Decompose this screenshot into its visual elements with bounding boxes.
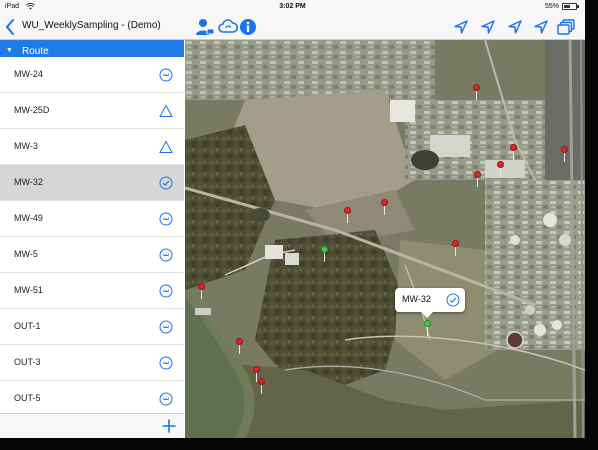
pending-circle-icon <box>159 356 173 370</box>
map-pin[interactable] <box>236 338 244 354</box>
pending-circle-icon <box>159 68 173 82</box>
map-pin[interactable] <box>321 246 329 262</box>
list-item[interactable]: MW-3 <box>0 129 184 165</box>
list-item[interactable]: OUT-1 <box>0 309 184 345</box>
list-item[interactable]: MW-51 <box>0 273 184 309</box>
callout-label: MW-32 <box>402 294 431 304</box>
info-icon[interactable] <box>238 17 258 37</box>
map-pin[interactable] <box>510 144 518 160</box>
map-pin-selected[interactable] <box>424 320 432 336</box>
plus-icon <box>162 419 176 433</box>
pending-circle-icon <box>159 212 173 226</box>
pending-circle-icon <box>159 320 173 334</box>
battery-level-fill <box>564 5 570 8</box>
add-location-button[interactable] <box>160 416 178 436</box>
device-bezel <box>0 438 598 450</box>
check-circle-icon <box>159 176 173 190</box>
list-item[interactable]: MW-49 <box>0 201 184 237</box>
satellite-map[interactable]: MW-32 <box>185 40 585 438</box>
list-item-label: MW-5 <box>14 249 38 259</box>
warning-triangle-icon <box>159 140 173 153</box>
list-item[interactable]: MW-5 <box>0 237 184 273</box>
list-item-label: MW-25D <box>14 105 50 115</box>
navigation-bar: WU_WeeklySampling - (Demo) <box>0 14 585 40</box>
back-button[interactable] <box>4 17 22 37</box>
list-item[interactable]: MW-25D <box>0 93 184 129</box>
map-imagery <box>185 40 585 438</box>
list-item[interactable]: OUT-3 <box>0 345 184 381</box>
map-pin[interactable] <box>258 378 266 394</box>
warning-triangle-icon <box>159 104 173 117</box>
panel-footer <box>0 413 184 438</box>
location-arrow-icon[interactable] <box>505 17 525 37</box>
check-circle-icon <box>446 293 460 307</box>
user-assign-icon[interactable] <box>195 17 215 37</box>
route-header-label: Route <box>22 46 49 57</box>
list-item[interactable]: MW-32 <box>0 165 184 201</box>
app-frame: iPad 3:02 PM 55% WU_WeeklySampling - (De… <box>0 0 598 450</box>
map-pin[interactable] <box>381 199 389 215</box>
pending-circle-icon <box>159 248 173 262</box>
layers-icon[interactable] <box>556 17 576 37</box>
list-item-label: MW-49 <box>14 213 43 223</box>
list-item-label: MW-51 <box>14 285 43 295</box>
list-item[interactable]: OUT-5 <box>0 381 184 413</box>
list-item-label: MW-32 <box>14 177 43 187</box>
map-pin[interactable] <box>497 161 505 177</box>
list-item[interactable]: MW-24 <box>0 57 184 93</box>
list-item-label: MW-3 <box>14 141 38 151</box>
status-bar: iPad 3:02 PM 55% <box>0 0 585 14</box>
map-pin[interactable] <box>198 283 206 299</box>
list-item-label: MW-24 <box>14 69 43 79</box>
ipad-screen: iPad 3:02 PM 55% WU_WeeklySampling - (De… <box>0 0 585 438</box>
list-item-label: OUT-1 <box>14 321 41 331</box>
map-pin[interactable] <box>474 171 482 187</box>
page-title: WU_WeeklySampling - (Demo) <box>22 20 161 31</box>
location-arrow-icon[interactable] <box>531 17 551 37</box>
battery-percent: 55% <box>544 3 559 10</box>
map-callout[interactable]: MW-32 <box>395 288 465 318</box>
chevron-down-icon: ▼ <box>6 47 13 54</box>
pending-circle-icon <box>159 284 173 298</box>
location-arrow-icon[interactable] <box>451 17 471 37</box>
list-item-label: OUT-5 <box>14 393 41 403</box>
location-arrow-icon[interactable] <box>478 17 498 37</box>
pending-circle-icon <box>159 392 173 406</box>
route-panel: ▼ Route MW-24 MW-25D MW-3 MW-32 MW-49 MW-5 MW-… <box>0 40 184 438</box>
battery-icon <box>562 3 579 10</box>
chevron-left-icon <box>6 19 14 35</box>
status-time: 3:02 PM <box>279 3 306 10</box>
map-pin[interactable] <box>561 146 569 162</box>
map-pin[interactable] <box>473 84 481 100</box>
cloud-sync-icon[interactable] <box>218 17 238 37</box>
route-list[interactable]: MW-24 MW-25D MW-3 MW-32 MW-49 MW-5 MW-51 OUT-1 O… <box>0 57 184 413</box>
map-pin[interactable] <box>344 207 352 223</box>
map-pin[interactable] <box>452 240 460 256</box>
device-bezel <box>585 0 598 450</box>
list-item-label: OUT-3 <box>14 357 41 367</box>
